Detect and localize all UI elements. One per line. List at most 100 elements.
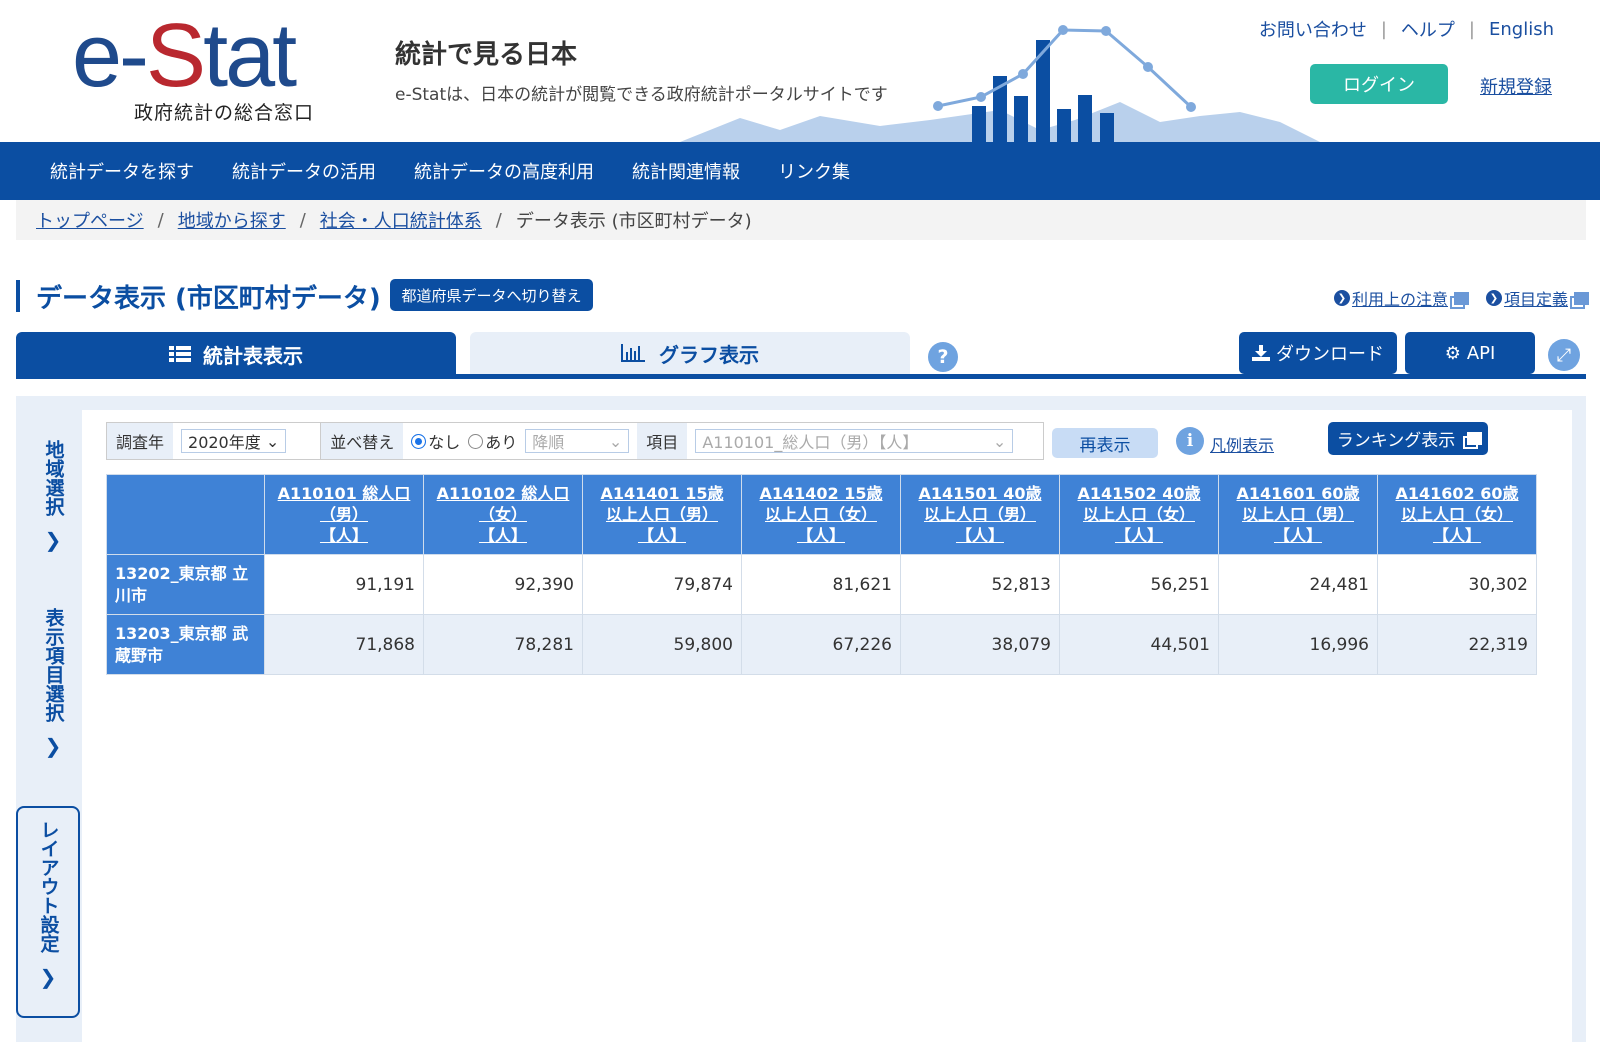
chevron-down-icon: ⌄ bbox=[260, 431, 280, 451]
row-header-line: 13202_東京都 立 bbox=[115, 563, 249, 583]
login-button[interactable]: ログイン bbox=[1310, 64, 1448, 104]
order-select[interactable]: 降順 ⌄ bbox=[525, 429, 630, 453]
title-accent-bar bbox=[16, 280, 20, 312]
year-select[interactable]: 2020年度 ⌄ bbox=[181, 429, 287, 453]
header-line: A141601 60歳 bbox=[1236, 484, 1360, 503]
item-definitions-link[interactable]: ❯ 項目定義 bbox=[1485, 286, 1589, 310]
column-header[interactable]: A141401 15歳 以上人口（男） 【人】 bbox=[582, 474, 742, 555]
column-header-link[interactable]: A110101 総人口 （男） 【人】 bbox=[278, 484, 411, 545]
usage-notes-link[interactable]: ❯ 利用上の注意 bbox=[1333, 286, 1469, 310]
table-cell: 30,302 bbox=[1377, 554, 1537, 615]
column-header[interactable]: A141501 40歳 以上人口（男） 【人】 bbox=[900, 474, 1060, 555]
column-header[interactable]: A141602 60歳 以上人口（女） 【人】 bbox=[1377, 474, 1537, 555]
chevron-down-icon: ⌄ bbox=[608, 431, 623, 451]
utility-links: お問い合わせ | ヘルプ | English bbox=[1259, 16, 1554, 42]
header-line: A110102 総人口 bbox=[436, 484, 570, 503]
arrow-circle-icon: ❯ bbox=[1333, 290, 1350, 306]
usage-notes-label: 利用上の注意 bbox=[1351, 290, 1448, 309]
header-line: 以上人口（男） bbox=[923, 505, 1036, 524]
bar-chart-icon bbox=[621, 344, 645, 362]
sort-yes-label: あり bbox=[485, 433, 518, 452]
tab-graph-label: グラフ表示 bbox=[659, 342, 759, 367]
breadcrumb-social-population[interactable]: 社会・人口統計体系 bbox=[320, 207, 482, 233]
corner-cell bbox=[106, 474, 265, 555]
table-cell: 67,226 bbox=[741, 614, 901, 675]
column-header[interactable]: A110101 総人口 （男） 【人】 bbox=[264, 474, 424, 555]
legend-link[interactable]: 凡例表示 bbox=[1210, 432, 1274, 456]
switch-prefecture-button[interactable]: 都道府県データへ切り替え bbox=[390, 279, 593, 311]
header-decoration-chart-icon bbox=[680, 25, 1320, 142]
column-header-link[interactable]: A141502 40歳 以上人口（女） 【人】 bbox=[1077, 484, 1200, 545]
column-header-link[interactable]: A141402 15歳 以上人口（女） 【人】 bbox=[759, 484, 882, 545]
display-items-tab[interactable]: 表示項目選択 ❯ bbox=[28, 596, 78, 784]
list-icon bbox=[169, 346, 191, 362]
chevron-right-icon: ❯ bbox=[39, 965, 57, 989]
help-link[interactable]: ヘルプ bbox=[1401, 16, 1455, 42]
redisplay-button[interactable]: 再表示 bbox=[1052, 428, 1158, 458]
table-cell: 79,874 bbox=[582, 554, 742, 615]
column-header[interactable]: A110102 総人口 （女） 【人】 bbox=[423, 474, 583, 555]
nav-item-search-data[interactable]: 統計データを探す bbox=[50, 158, 194, 184]
header-line: 以上人口（女） bbox=[764, 505, 877, 524]
fullscreen-expand-icon[interactable]: ⤢ bbox=[1548, 339, 1580, 371]
item-select[interactable]: A110101_総人口（男）【人】 ⌄ bbox=[695, 429, 1014, 453]
sort-none-radio[interactable]: なし bbox=[411, 429, 460, 453]
table-cell: 78,281 bbox=[423, 614, 583, 675]
header-line: 【人】 bbox=[637, 526, 686, 545]
header-line: 以上人口（男） bbox=[1241, 505, 1354, 524]
contact-link[interactable]: お問い合わせ bbox=[1259, 16, 1367, 42]
tagline-title: 統計で見る日本 bbox=[395, 40, 578, 70]
register-link[interactable]: 新規登録 bbox=[1480, 73, 1552, 99]
nav-item-related-info[interactable]: 統計関連情報 bbox=[632, 158, 740, 184]
radio-checked-icon bbox=[411, 433, 427, 449]
help-icon[interactable]: ? bbox=[928, 342, 958, 372]
separator: | bbox=[1468, 18, 1475, 40]
breadcrumb-current: データ表示 (市区町村データ) bbox=[515, 211, 752, 232]
info-links: ❯ 利用上の注意 ❯ 項目定義 bbox=[1333, 286, 1589, 310]
column-header-link[interactable]: A110102 総人口 （女） 【人】 bbox=[437, 484, 570, 545]
column-header-link[interactable]: A141601 60歳 以上人口（男） 【人】 bbox=[1236, 484, 1359, 545]
column-header[interactable]: A141502 40歳 以上人口（女） 【人】 bbox=[1059, 474, 1219, 555]
column-header[interactable]: A141402 15歳 以上人口（女） 【人】 bbox=[741, 474, 901, 555]
year-label: 調査年 bbox=[107, 423, 174, 459]
table-cell: 59,800 bbox=[582, 614, 742, 675]
breadcrumb-separator: / bbox=[299, 209, 306, 231]
tab-table-view[interactable]: 統計表表示 bbox=[16, 332, 456, 376]
layout-settings-tab[interactable]: レイアウト設定 ❯ bbox=[16, 806, 80, 1018]
breadcrumb: トップページ / 地域から探す / 社会・人口統計体系 / データ表示 (市区町… bbox=[16, 200, 1586, 240]
tab-graph-view[interactable]: グラフ表示 bbox=[470, 332, 910, 374]
table-cell: 81,621 bbox=[741, 554, 901, 615]
ranking-button[interactable]: ランキング表示 bbox=[1328, 422, 1488, 455]
info-icon[interactable]: i bbox=[1176, 427, 1204, 455]
english-link[interactable]: English bbox=[1489, 19, 1554, 40]
row-header: 13202_東京都 立川市 bbox=[106, 554, 265, 615]
breadcrumb-region-search[interactable]: 地域から探す bbox=[178, 207, 286, 233]
column-header-link[interactable]: A141401 15歳 以上人口（男） 【人】 bbox=[600, 484, 723, 545]
estat-logo[interactable]: e-Stat 政府統計の総合窓口 bbox=[72, 6, 342, 126]
column-header-link[interactable]: A141602 60歳 以上人口（女） 【人】 bbox=[1395, 484, 1518, 545]
column-header[interactable]: A141601 60歳 以上人口（男） 【人】 bbox=[1218, 474, 1378, 555]
tab-table-label: 統計表表示 bbox=[203, 343, 303, 368]
region-select-label: 地域選択 bbox=[42, 440, 65, 516]
nav-item-use-data[interactable]: 統計データの活用 bbox=[232, 158, 376, 184]
header-line: A110101 総人口 bbox=[277, 484, 411, 503]
header-line: A141502 40歳 bbox=[1077, 484, 1201, 503]
breadcrumb-top[interactable]: トップページ bbox=[36, 207, 144, 233]
download-button[interactable]: ダウンロード bbox=[1239, 332, 1397, 374]
page-title: データ表示 (市区町村データ) bbox=[36, 284, 381, 314]
sort-yes-radio[interactable]: あり bbox=[468, 429, 517, 453]
nav-item-links[interactable]: リンク集 bbox=[778, 158, 850, 184]
header-line: （女） bbox=[478, 505, 527, 524]
region-select-tab[interactable]: 地域選択 ❯ bbox=[28, 428, 78, 576]
row-header-line: 13203_東京都 武 bbox=[115, 623, 249, 643]
api-button[interactable]: ⚙ API bbox=[1405, 332, 1535, 374]
column-header-link[interactable]: A141501 40歳 以上人口（男） 【人】 bbox=[918, 484, 1041, 545]
header-line: 【人】 bbox=[796, 526, 845, 545]
item-value: A110101_総人口（男）【人】 bbox=[702, 433, 919, 452]
sort-label: 並べ替え bbox=[321, 423, 404, 459]
header-line: 以上人口（男） bbox=[605, 505, 718, 524]
nav-item-advanced-use[interactable]: 統計データの高度利用 bbox=[414, 158, 594, 184]
header-line: 【人】 bbox=[319, 526, 368, 545]
main-nav: 統計データを探す 統計データの活用 統計データの高度利用 統計関連情報 リンク集 bbox=[0, 142, 1600, 200]
year-value: 2020年度 bbox=[188, 433, 261, 452]
